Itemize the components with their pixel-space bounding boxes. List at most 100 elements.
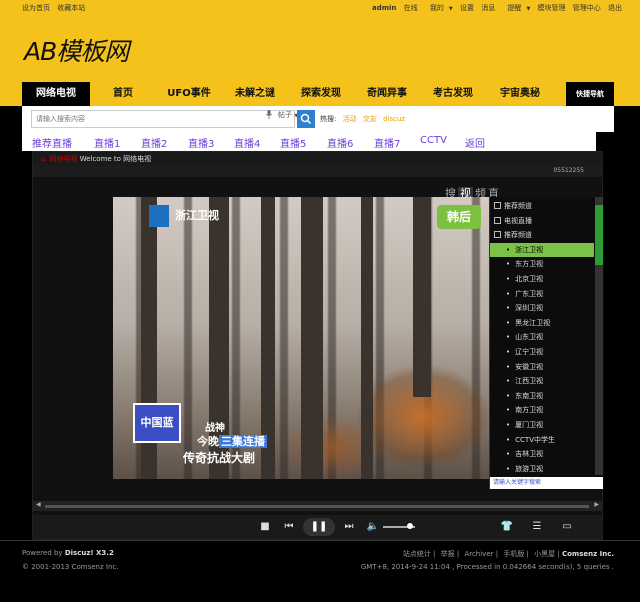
channel-tree-item[interactable]: 电视直播: [490, 214, 594, 228]
shirt-icon[interactable]: 👕: [499, 519, 515, 535]
settings-link[interactable]: 设置: [460, 4, 474, 12]
channel-link-2[interactable]: 直播2: [141, 135, 167, 150]
powered-by: Powered by Discuz! X3.2: [22, 549, 114, 557]
channel-search-input[interactable]: 请输入关键字搜索: [490, 477, 603, 489]
nav-item-universe[interactable]: 宇宙奥秘: [486, 82, 554, 106]
online-status[interactable]: 在线: [404, 4, 418, 12]
channel-tree-item[interactable]: • 南方卫视: [490, 403, 594, 417]
pause-button[interactable]: ❚❚: [303, 518, 335, 536]
footer-link-stats[interactable]: 站点统计: [403, 550, 431, 558]
next-icon[interactable]: ⏭: [341, 519, 357, 535]
seek-back-icon[interactable]: ◀: [36, 501, 41, 508]
progress-bar[interactable]: ◀ ▶: [33, 501, 602, 511]
caption-title: 战神: [205, 423, 225, 434]
channel-tree-scrollbar[interactable]: [595, 197, 603, 475]
channel-tree-item[interactable]: • 旅游卫视: [490, 462, 594, 476]
channel-link-5[interactable]: 直播5: [280, 135, 306, 150]
channel-link-6[interactable]: 直播6: [327, 135, 353, 150]
bullet-icon: •: [506, 362, 511, 371]
footer-link-company[interactable]: Comsenz Inc.: [562, 550, 614, 558]
admin-center-link[interactable]: 管理中心: [573, 4, 601, 12]
username-link[interactable]: admin: [372, 4, 396, 12]
channel-tree-item[interactable]: • 东南卫视: [490, 389, 594, 403]
nav-item-explore[interactable]: 探索发现: [288, 82, 354, 106]
site-logo[interactable]: AB模板网: [24, 32, 129, 68]
channel-tree-label: 吉林卫视: [515, 450, 544, 459]
channel-link-1[interactable]: 直播1: [94, 135, 120, 150]
channel-tree-item[interactable]: • 安徽卫视: [490, 360, 594, 374]
channel-tree-item[interactable]: • 浙江卫视: [490, 242, 594, 257]
seek-forward-icon[interactable]: ▶: [594, 501, 599, 508]
channel-link-cctv[interactable]: CCTV: [420, 135, 447, 146]
channel-tree-item[interactable]: • 深圳卫视: [490, 301, 594, 315]
channel-tree-item[interactable]: 推荐频道: [490, 228, 594, 242]
footer-link-blackroom[interactable]: 小黑屋: [534, 550, 555, 558]
top-bar-right: admin 在线 我的 ▼ 设置 消息 提醒 ▼ 模块管理 管理中心 退出: [367, 3, 622, 13]
channel-tree-item[interactable]: • 广东卫视: [490, 287, 594, 301]
footer-link-mobile[interactable]: 手机版: [503, 550, 524, 558]
search-type-select[interactable]: 帖子 ▼: [278, 110, 298, 120]
video-frame[interactable]: 浙江卫视 韩后 中国蓝 战神 今晚 三集连播 传奇抗战大剧: [113, 197, 495, 479]
breadcrumb-link[interactable]: 网络电视: [49, 155, 77, 163]
bookmark-link[interactable]: 收藏本站: [57, 4, 85, 12]
channel-tree-item[interactable]: • 吉林卫视: [490, 447, 594, 461]
hot-keyword[interactable]: discuz: [383, 115, 405, 123]
expand-toggle-icon[interactable]: [494, 202, 501, 209]
channel-tree-item[interactable]: 推荐频道: [490, 199, 594, 213]
hot-keyword[interactable]: 交友: [363, 115, 377, 123]
channel-link-4[interactable]: 直播4: [234, 135, 260, 150]
channel-tree-item[interactable]: • 辽宁卫视: [490, 345, 594, 359]
hot-search: 热搜: 活动 交友 discuz: [320, 114, 405, 124]
bullet-icon: •: [506, 435, 511, 444]
mine-menu[interactable]: 我的 ▼: [425, 4, 453, 12]
channel-tree-item[interactable]: • 江西卫视: [490, 374, 594, 388]
logout-link[interactable]: 退出: [608, 4, 622, 12]
channel-link-featured[interactable]: 推荐直播: [32, 135, 72, 150]
nav-item-archaeology[interactable]: 考古发现: [420, 82, 486, 106]
nav-item-mystery[interactable]: 未解之谜: [222, 82, 288, 106]
search-input[interactable]: [32, 111, 262, 127]
channel-tree-item[interactable]: • 山东卫视: [490, 330, 594, 344]
channel-tree-item[interactable]: • CCTV中学生: [490, 433, 594, 447]
remind-menu[interactable]: 提醒 ▼: [502, 4, 530, 12]
set-home-link[interactable]: 设为首页: [22, 4, 50, 12]
station-name: 浙江卫视: [175, 209, 219, 222]
home-icon[interactable]: ⌂: [41, 155, 45, 163]
footer-link-report[interactable]: 举报: [441, 550, 455, 558]
volume-icon[interactable]: 🔈: [365, 519, 381, 535]
scrollbar-thumb[interactable]: [595, 205, 603, 265]
module-admin-link[interactable]: 模块管理: [538, 4, 566, 12]
channel-link-3[interactable]: 直播3: [188, 135, 214, 150]
expand-toggle-icon[interactable]: [494, 231, 501, 239]
progress-track[interactable]: [45, 505, 589, 508]
fullscreen-icon[interactable]: ▭: [559, 519, 575, 535]
channel-link-7[interactable]: 直播7: [374, 135, 400, 150]
nav-item-tv[interactable]: 网络电视: [22, 82, 90, 106]
copyright: © 2001-2013 Comsenz Inc.: [22, 563, 119, 571]
powered-link[interactable]: Discuz! X3.2: [65, 549, 114, 557]
channel-tree-label: 南方卫视: [515, 406, 544, 415]
channel-link-back[interactable]: 返回: [465, 135, 485, 150]
channel-tree-item[interactable]: • 东方卫视: [490, 257, 594, 271]
search-button[interactable]: [297, 110, 315, 128]
volume-knob[interactable]: [407, 523, 413, 529]
previous-icon[interactable]: ⏮: [281, 519, 297, 535]
messages-link[interactable]: 消息: [481, 4, 495, 12]
channel-tree-label: 厦门卫视: [515, 421, 544, 429]
stop-icon[interactable]: ■: [257, 519, 273, 535]
bullet-icon: •: [506, 450, 511, 459]
search-field-wrapper: [31, 110, 295, 128]
nav-item-ufo[interactable]: UFO事件: [156, 82, 222, 106]
footer-link-archiver[interactable]: Archiver: [464, 550, 493, 558]
hot-keyword[interactable]: 活动: [343, 115, 357, 123]
microphone-icon[interactable]: [266, 110, 272, 119]
channel-tree-item[interactable]: • 黑龙江卫视: [490, 316, 594, 330]
playlist-icon[interactable]: ☰: [529, 519, 545, 535]
quick-nav-button[interactable]: 快捷导航: [566, 82, 614, 106]
channel-tree-item[interactable]: • 厦门卫视: [490, 418, 594, 432]
channel-tree-label: 旅游卫视: [515, 464, 544, 473]
channel-tree-item[interactable]: • 北京卫视: [490, 272, 594, 286]
nav-item-home[interactable]: 首页: [90, 82, 156, 106]
nav-item-oddities[interactable]: 奇闻异事: [354, 82, 420, 106]
expand-toggle-icon[interactable]: [494, 216, 501, 224]
